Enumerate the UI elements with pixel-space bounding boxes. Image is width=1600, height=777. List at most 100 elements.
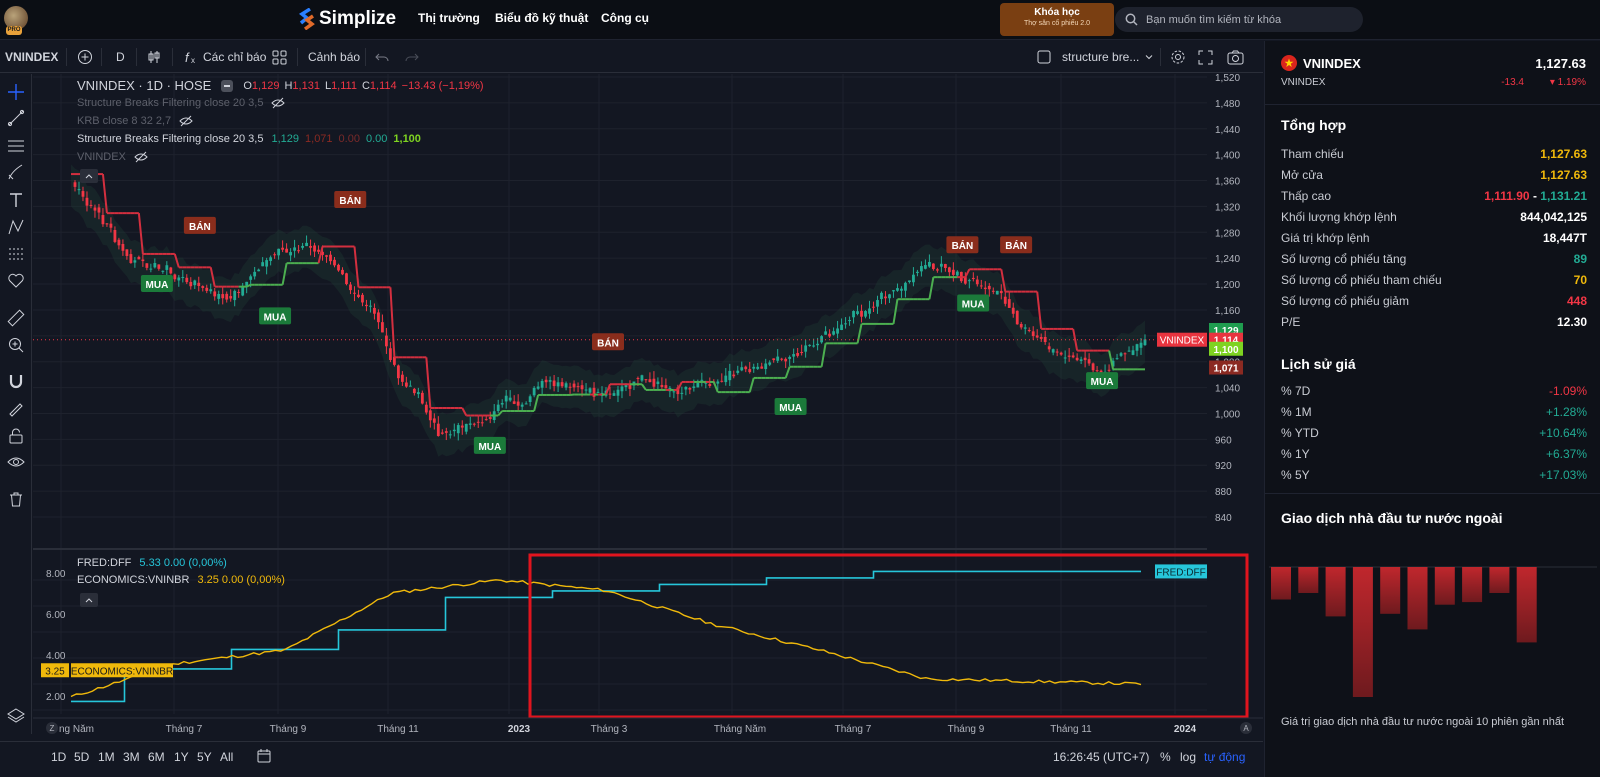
foreign-bar[interactable] [1516,567,1537,643]
lower-legend-2[interactable]: ECONOMICS:VNINBR 3.25 0.00 (0,00%) [77,574,285,586]
log-toggle[interactable]: log [1180,750,1196,764]
foreign-bar[interactable] [1434,567,1455,605]
study-select[interactable]: structure bre... [1062,41,1139,73]
chevron-down-icon[interactable] [1144,41,1154,73]
undo-icon[interactable] [375,41,389,73]
horizontal-lines-icon[interactable] [6,136,26,156]
simplize-logo[interactable]: Simplize [298,8,396,30]
sell-signal[interactable]: BÁN [592,333,624,351]
range-5d[interactable]: 5D [74,750,89,764]
hidden-eye-icon[interactable] [134,151,148,163]
indicator-legend-2[interactable]: KRB close 8 32 2,7 [77,115,193,127]
percent-toggle[interactable]: % [1160,750,1171,764]
collapse-legend-button[interactable] [221,79,234,92]
nav-market[interactable]: Thị trường [418,11,480,25]
candle-body [89,204,93,206]
symbol-button[interactable]: VNINDEX [5,41,58,73]
eye-icon[interactable] [6,452,26,472]
sell-signal[interactable]: BÁN [334,190,367,208]
foreign-bar[interactable] [1325,567,1346,617]
candle-body [788,356,792,359]
study-checkbox[interactable] [1037,41,1051,73]
crosshair-icon[interactable] [6,82,26,102]
camera-icon[interactable] [1227,41,1244,73]
magnet-icon[interactable] [6,371,26,391]
heart-icon[interactable] [6,271,26,291]
fullscreen-icon[interactable] [1198,41,1213,73]
chevron-up-icon[interactable] [80,169,98,183]
foreign-bar[interactable] [1271,567,1291,600]
trend-line-icon[interactable] [6,108,26,128]
indicator-legend-3[interactable]: Structure Breaks Filtering close 20 3,5 … [77,133,421,145]
foreign-bar[interactable] [1298,567,1319,593]
lower-series-2-values: 3.25 0.00 (0,00%) [197,574,285,586]
auto-a-button[interactable]: A [1240,722,1252,734]
lock-pencil-icon[interactable] [6,398,26,418]
zoom-in-icon[interactable] [6,335,26,355]
chart-area[interactable]: MUABÁNMUABÁNMUABÁNMUABÁNMUABÁNMUA 5.004.… [33,73,1263,740]
zoom-z-button[interactable]: Z [46,722,58,734]
hidden-eye-icon[interactable] [271,97,286,109]
indicator-legend-4[interactable]: VNINDEX [77,151,148,163]
layouts-icon[interactable] [272,41,287,73]
range-1y[interactable]: 1Y [174,750,189,764]
buy-signal[interactable]: MUA [774,398,807,415]
range-1m[interactable]: 1M [98,750,115,764]
hidden-eye-icon[interactable] [179,115,193,127]
indicators-button[interactable]: Các chỉ báo [203,41,266,73]
auto-toggle[interactable]: tự động [1204,750,1245,764]
interval-button[interactable]: D [116,41,125,73]
buy-signal[interactable]: MUA [473,436,506,454]
range-6m[interactable]: 6M [148,750,165,764]
indicators-icon[interactable]: fx [184,41,200,73]
sell-signal[interactable]: BÁN [183,216,216,234]
range-1d[interactable]: 1D [51,750,66,764]
foreign-bar[interactable] [1352,567,1373,697]
search-box[interactable] [1115,7,1363,32]
foreign-bar[interactable] [1380,567,1401,614]
buy-signal[interactable]: MUA [140,275,173,293]
range-5y[interactable]: 5Y [197,750,212,764]
pattern-icon[interactable] [6,217,26,237]
buy-signal[interactable]: MUA [1086,372,1119,390]
clock-time[interactable]: 16:26:45 (UTC+7) [1053,750,1149,764]
settings-gear-icon[interactable] [1170,41,1186,73]
drawing-toolbar [0,74,32,734]
lower-legend-1[interactable]: FRED:DFF 5.33 0.00 (0,00%) [77,557,227,569]
calendar-icon[interactable] [256,748,272,767]
course-promo-button[interactable]: Khóa học Thợ săn cổ phiếu 2.0 [1000,3,1114,36]
candle-body [856,311,859,314]
indicator-legend-1[interactable]: Structure Breaks Filtering close 20 3,5 [77,97,286,109]
sell-signal[interactable]: BÁN [1000,236,1033,254]
alert-button[interactable]: Cảnh báo [308,41,360,73]
sell-signal[interactable]: BÁN [946,236,979,254]
buy-signal[interactable]: MUA [259,307,292,325]
foreign-bar[interactable] [1407,567,1428,630]
price-tick: 1,400 [1215,151,1240,162]
ruler-icon[interactable] [6,308,26,328]
redo-icon[interactable] [405,41,419,73]
candle-type-icon[interactable] [146,41,162,73]
foreign-bar[interactable] [1462,567,1483,603]
measure-lines-icon[interactable] [6,244,26,264]
range-3m[interactable]: 3M [123,750,140,764]
candle-body [708,383,712,387]
brush-icon[interactable] [6,162,26,182]
candle-body [97,207,101,213]
text-tool-icon[interactable] [6,190,26,210]
foreign-trading-chart[interactable] [1265,561,1600,731]
summary-label: Khối lượng khớp lệnh [1281,210,1397,224]
range-all[interactable]: All [220,750,233,764]
search-input[interactable] [1146,13,1346,26]
foreign-bar[interactable] [1489,567,1510,593]
trash-icon[interactable] [6,489,26,509]
svg-text:3.25: 3.25 [45,666,65,677]
chevron-up-icon[interactable] [80,593,98,607]
lock-icon[interactable] [6,426,26,446]
price-chart[interactable]: MUABÁNMUABÁNMUABÁNMUABÁNMUABÁNMUA 5.004.… [33,73,1263,740]
buy-signal[interactable]: MUA [957,294,990,312]
nav-technical-chart[interactable]: Biểu đồ kỹ thuật [495,11,588,25]
nav-tools[interactable]: Công cụ [601,11,649,25]
add-symbol-icon[interactable] [77,41,93,73]
layers-icon[interactable] [6,706,26,726]
